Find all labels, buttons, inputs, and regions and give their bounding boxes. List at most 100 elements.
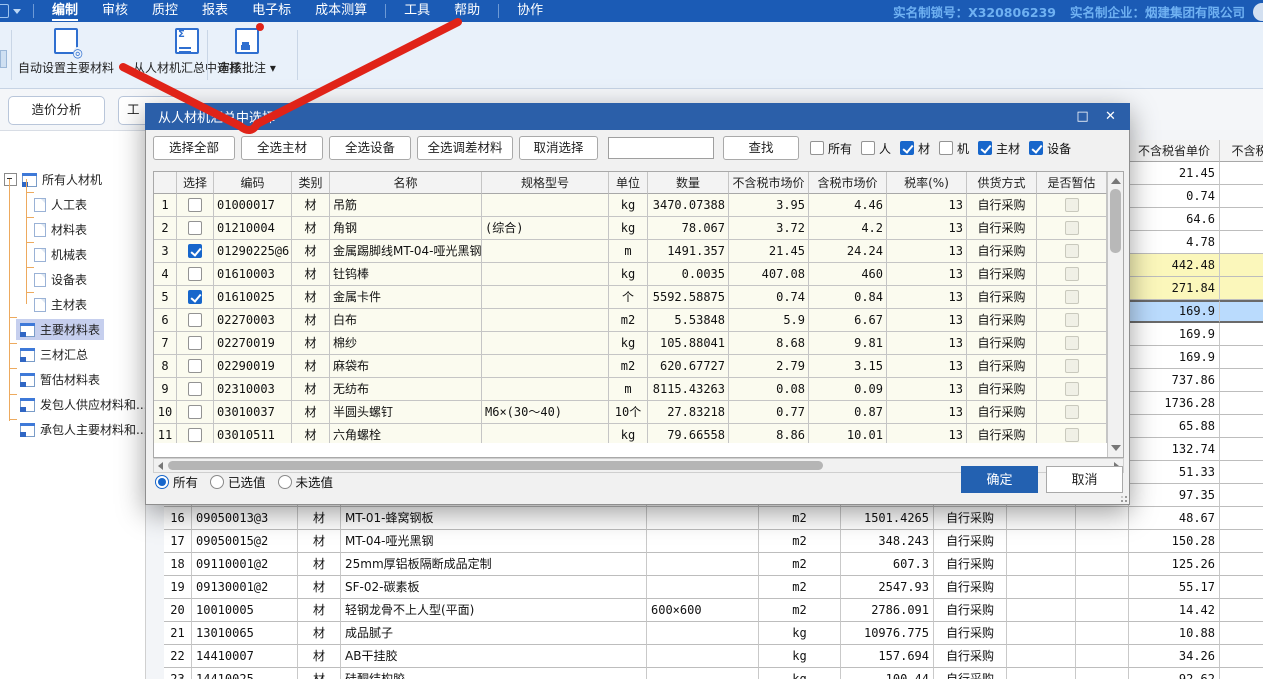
cancel-button[interactable]: 取消	[1046, 466, 1123, 493]
menu-item[interactable]: 工具	[392, 0, 442, 22]
dialog-table-row[interactable]: 3 01290225@6 材金属踢脚线MT-04-哑光黑钢 m 1491.357 21.4…	[154, 240, 1107, 263]
radio-option[interactable]: 所有	[155, 472, 198, 491]
dialog-toolbar-button[interactable]: 全选设备	[329, 136, 411, 160]
dialog-table-row[interactable]: 1 01000017 材吊筋 kg 3470.07388 3.95 4.46 13 自行采购	[154, 194, 1107, 217]
tree-child-item[interactable]: 机械表	[0, 242, 145, 267]
grid-row[interactable]: 18 09110001@2 材 25mm厚铝板隔断成品定制 m2 607.3 自行采购 125…	[164, 553, 1263, 576]
tree-child-item[interactable]: 材料表	[0, 217, 145, 242]
scroll-left-icon[interactable]	[158, 462, 163, 470]
collapse-icon[interactable]	[4, 173, 17, 186]
tab-cost-analysis[interactable]: 造价分析	[8, 96, 105, 125]
find-button[interactable]: 查找	[723, 136, 799, 160]
dialog-toolbar-button[interactable]: 取消选择	[519, 136, 598, 160]
menu-item[interactable]: 质控	[140, 0, 190, 22]
grid-row[interactable]: 22 14410007 材 AB干挂胶 kg 157.694 自行采购 34.26	[164, 645, 1263, 668]
dialog-title-bar[interactable]: 从人材机汇总中选择 □ ✕	[145, 103, 1130, 130]
maximize-icon[interactable]: □	[1075, 109, 1090, 124]
checkbox-icon[interactable]	[900, 141, 915, 155]
checkbox-icon[interactable]	[188, 428, 202, 442]
dialog-table-row[interactable]: 10 03010037 材半圆头螺钉 M6×(30～40) 10个 27.83218 0.7…	[154, 401, 1107, 424]
tree-root-item[interactable]: 所有人材机	[0, 167, 145, 192]
tree-item-normal[interactable]: 三材汇总	[0, 342, 145, 367]
dialog-table-row[interactable]: 7 02270019 材棉纱 kg 105.88041 8.68 9.81 13 自行采购	[154, 332, 1107, 355]
grid-row[interactable]: 16 09050013@3 材 MT-01-蜂窝钢板 m2 1501.4265 自行采购 48…	[164, 507, 1263, 530]
close-icon[interactable]: ✕	[1103, 109, 1118, 124]
radio-option[interactable]: 未选值	[277, 472, 333, 491]
dialog-table-row[interactable]: 6 02270003 材白布 m2 5.53848 5.9 6.67 13 自行采购	[154, 309, 1107, 332]
checkbox-icon[interactable]	[188, 405, 202, 419]
resize-grip[interactable]	[1120, 495, 1127, 502]
dialog-toolbar-button[interactable]: 全选调差材料	[417, 136, 513, 160]
checkbox-icon[interactable]	[978, 141, 993, 155]
checkbox-disabled-icon[interactable]	[1064, 290, 1079, 304]
checkbox-disabled-icon[interactable]	[1064, 267, 1079, 281]
checkbox-disabled-icon[interactable]	[1064, 428, 1079, 442]
checkbox-icon[interactable]	[939, 141, 954, 155]
filter-item[interactable]: 人	[861, 140, 891, 157]
tree-child-item[interactable]: 人工表	[0, 192, 145, 217]
ribbon-button[interactable]: 审核批注 ▾	[218, 23, 276, 76]
tree-item-normal[interactable]: 暂估材料表	[0, 367, 145, 392]
checkbox-disabled-icon[interactable]	[1064, 313, 1079, 327]
ribbon-button[interactable]: 自动设置主要材料	[18, 28, 114, 76]
radio-icon[interactable]	[277, 474, 292, 489]
checkbox-icon[interactable]	[188, 267, 202, 281]
scrollbar-thumb[interactable]	[168, 461, 823, 470]
dialog-toolbar-button[interactable]: 选择全部	[153, 136, 235, 160]
filter-item[interactable]: 设备	[1029, 140, 1071, 157]
filter-item[interactable]: 主材	[978, 140, 1020, 157]
menu-item[interactable]: 电子标	[240, 0, 303, 22]
checkbox-icon[interactable]	[188, 336, 202, 350]
dialog-table-row[interactable]: 11 03010511 材六角螺栓 kg 79.66558 8.86 10.01 13 自行采购	[154, 424, 1107, 443]
chevron-down-icon[interactable]	[13, 8, 21, 14]
tree-child-item[interactable]: 主材表	[0, 292, 145, 317]
radio-icon[interactable]	[210, 474, 225, 489]
grid-row[interactable]: 17 09050015@2 材 MT-04-哑光黑钢 m2 348.243 自行采购 150.…	[164, 530, 1263, 553]
tree-item-normal[interactable]: 发包人供应材料和...	[0, 392, 147, 417]
checkbox-icon[interactable]	[188, 359, 202, 373]
save-icon[interactable]	[0, 4, 9, 18]
checkbox-disabled-icon[interactable]	[1064, 405, 1079, 419]
checkbox-disabled-icon[interactable]	[1064, 359, 1079, 373]
checkbox-icon[interactable]	[188, 198, 202, 212]
menu-item[interactable]: 编制	[40, 0, 90, 22]
checkbox-disabled-icon[interactable]	[1064, 244, 1079, 258]
menu-item[interactable]: 审核	[90, 0, 140, 22]
menu-item[interactable]: 成本测算	[303, 0, 379, 22]
checkbox-disabled-icon[interactable]	[1064, 382, 1079, 396]
filter-item[interactable]: 所有	[810, 140, 852, 157]
checkbox-icon[interactable]	[188, 382, 202, 396]
tree-item-selected[interactable]: 主要材料表	[0, 317, 145, 342]
checkbox-icon[interactable]	[188, 313, 202, 327]
radio-icon[interactable]	[155, 474, 169, 489]
checkbox-disabled-icon[interactable]	[1064, 198, 1079, 212]
ok-button[interactable]: 确定	[961, 466, 1038, 493]
dialog-table-row[interactable]: 5 01610025 材金属卡件 个 5592.58875 0.74 0.84 13 自行采购	[154, 286, 1107, 309]
checkbox-icon[interactable]	[810, 141, 824, 155]
dialog-table-row[interactable]: 2 01210004 材角钢 (综合) kg 78.067 3.72 4.2 13 自行采购	[154, 217, 1107, 240]
dialog-search-input[interactable]	[608, 137, 714, 159]
tree-item-normal[interactable]: 承包人主要材料和...	[0, 417, 147, 442]
grid-row[interactable]: 21 13010065 材成品腻子 kg 10976.775 自行采购 10.88	[164, 622, 1263, 645]
scroll-up-icon[interactable]	[1111, 178, 1121, 184]
checkbox-disabled-icon[interactable]	[1064, 221, 1079, 235]
filter-item[interactable]: 材	[900, 140, 930, 157]
vertical-scrollbar[interactable]	[1107, 172, 1123, 457]
filter-item[interactable]: 机	[939, 140, 969, 157]
dialog-table-row[interactable]: 9 02310003 材无纺布 m 8115.43263 0.08 0.09 13 自行采购	[154, 378, 1107, 401]
radio-option[interactable]: 已选值	[210, 472, 266, 491]
checkbox-icon[interactable]	[188, 290, 202, 304]
checkbox-icon[interactable]	[188, 244, 202, 258]
checkbox-icon[interactable]	[861, 141, 876, 155]
dialog-table-row[interactable]: 8 02290019 材麻袋布 m2 620.67727 2.79 3.15 13 自行采购	[154, 355, 1107, 378]
dialog-table-row[interactable]: 4 01610003 材钍钨棒 kg 0.0035 407.08 460 13 自行采购	[154, 263, 1107, 286]
checkbox-icon[interactable]	[188, 221, 202, 235]
menu-item[interactable]: 协作	[505, 0, 555, 22]
scrollbar-thumb[interactable]	[1110, 189, 1121, 253]
grid-row[interactable]: 23 14410025 材硅酮结构胶 kg 100.44 自行采购 92.62	[164, 668, 1263, 679]
menu-item[interactable]: 报表	[190, 0, 240, 22]
dialog-toolbar-button[interactable]: 全选主材	[241, 136, 323, 160]
tree-child-item[interactable]: 设备表	[0, 267, 145, 292]
checkbox-icon[interactable]	[1029, 141, 1044, 155]
menu-item[interactable]: 帮助	[442, 0, 492, 22]
